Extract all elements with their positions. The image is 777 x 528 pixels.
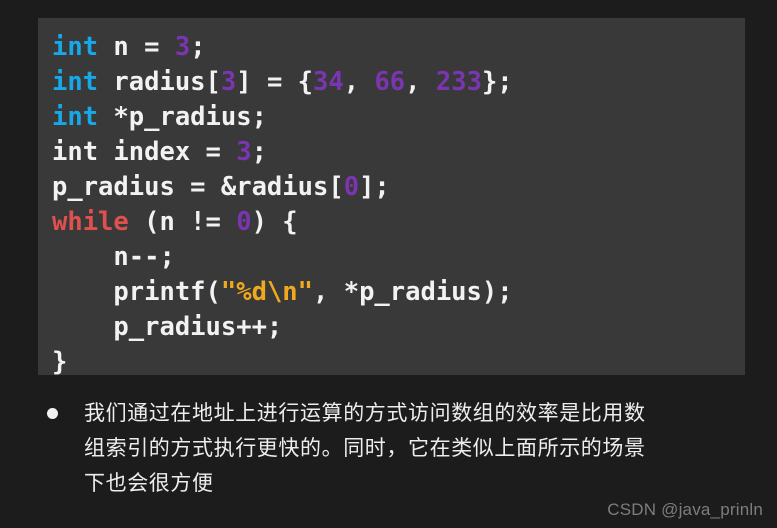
code-token-plain: ) { — [251, 207, 298, 237]
code-token-plain: ]; — [359, 172, 390, 202]
code-token-num: 3 — [174, 32, 191, 62]
code-token-plain: , — [343, 67, 375, 97]
code-line: int radius[3] = {34, 66, 233}; — [52, 65, 745, 100]
code-line: } — [52, 345, 745, 380]
code-token-plain: radius[ — [98, 67, 221, 97]
code-line: p_radius++; — [52, 310, 745, 345]
code-token-plain: *p_radius; — [98, 102, 267, 132]
code-token-num: 3 — [236, 137, 252, 167]
code-token-plain: ; — [190, 32, 206, 62]
note-bullet-item: 我们通过在地址上进行运算的方式访问数组的效率是比用数 组索引的方式执行更快的。同时… — [38, 396, 748, 501]
code-token-plain: ; — [251, 137, 267, 167]
code-line: n--; — [52, 240, 745, 275]
code-token-plain: }; — [481, 67, 513, 97]
bullet-marker-icon — [47, 408, 58, 419]
code-token-plain: p_radius = &radius[ — [52, 172, 344, 202]
code-token-kw-type: int — [52, 32, 99, 62]
code-token-plain: n = — [98, 32, 175, 62]
page-root: int n = 3; int radius[3] = {34, 66, 233};… — [0, 0, 777, 528]
code-token-plain: int index = — [52, 137, 237, 167]
code-token-num: 233 — [435, 67, 482, 97]
code-token-str: "%d\n" — [220, 277, 314, 307]
code-token-kw-type: int — [52, 102, 99, 132]
code-line: while (n != 0) { — [52, 205, 745, 240]
code-line: printf("%d\n", *p_radius); — [52, 275, 745, 310]
code-token-num: 66 — [374, 67, 406, 97]
code-token-num: 34 — [313, 67, 344, 97]
code-token-plain: ] = { — [236, 67, 314, 97]
code-token-kw-ctrl: while — [52, 207, 129, 237]
code-token-kw-type: int — [52, 67, 99, 97]
note-line: 下也会很方便 — [84, 471, 214, 495]
code-token-num: 0 — [236, 207, 252, 237]
note-text: 我们通过在地址上进行运算的方式访问数组的效率是比用数 组索引的方式执行更快的。同时… — [84, 396, 646, 501]
code-token-plain: } — [52, 347, 68, 377]
code-token-plain: , *p_radius); — [313, 277, 513, 307]
code-token-num: 3 — [220, 67, 237, 97]
note-line: 组索引的方式执行更快的。同时，它在类似上面所示的场景 — [84, 436, 646, 460]
code-token-plain: printf( — [52, 277, 221, 307]
code-token-plain: n--; — [52, 242, 175, 272]
code-line: int index = 3; — [52, 135, 745, 170]
code-listing: int n = 3; int radius[3] = {34, 66, 233};… — [38, 30, 745, 380]
note-line: 我们通过在地址上进行运算的方式访问数组的效率是比用数 — [84, 401, 646, 425]
code-line: int *p_radius; — [52, 100, 745, 135]
code-token-plain: (n != — [128, 207, 237, 237]
code-token-plain: p_radius++; — [52, 312, 283, 342]
code-token-num: 0 — [343, 172, 360, 202]
code-line: p_radius = &radius[0]; — [52, 170, 745, 205]
watermark-label: CSDN @java_prinln — [607, 500, 763, 519]
code-token-plain: , — [405, 67, 436, 97]
code-line: int n = 3; — [52, 30, 745, 65]
code-block: int n = 3; int radius[3] = {34, 66, 233};… — [38, 18, 745, 377]
